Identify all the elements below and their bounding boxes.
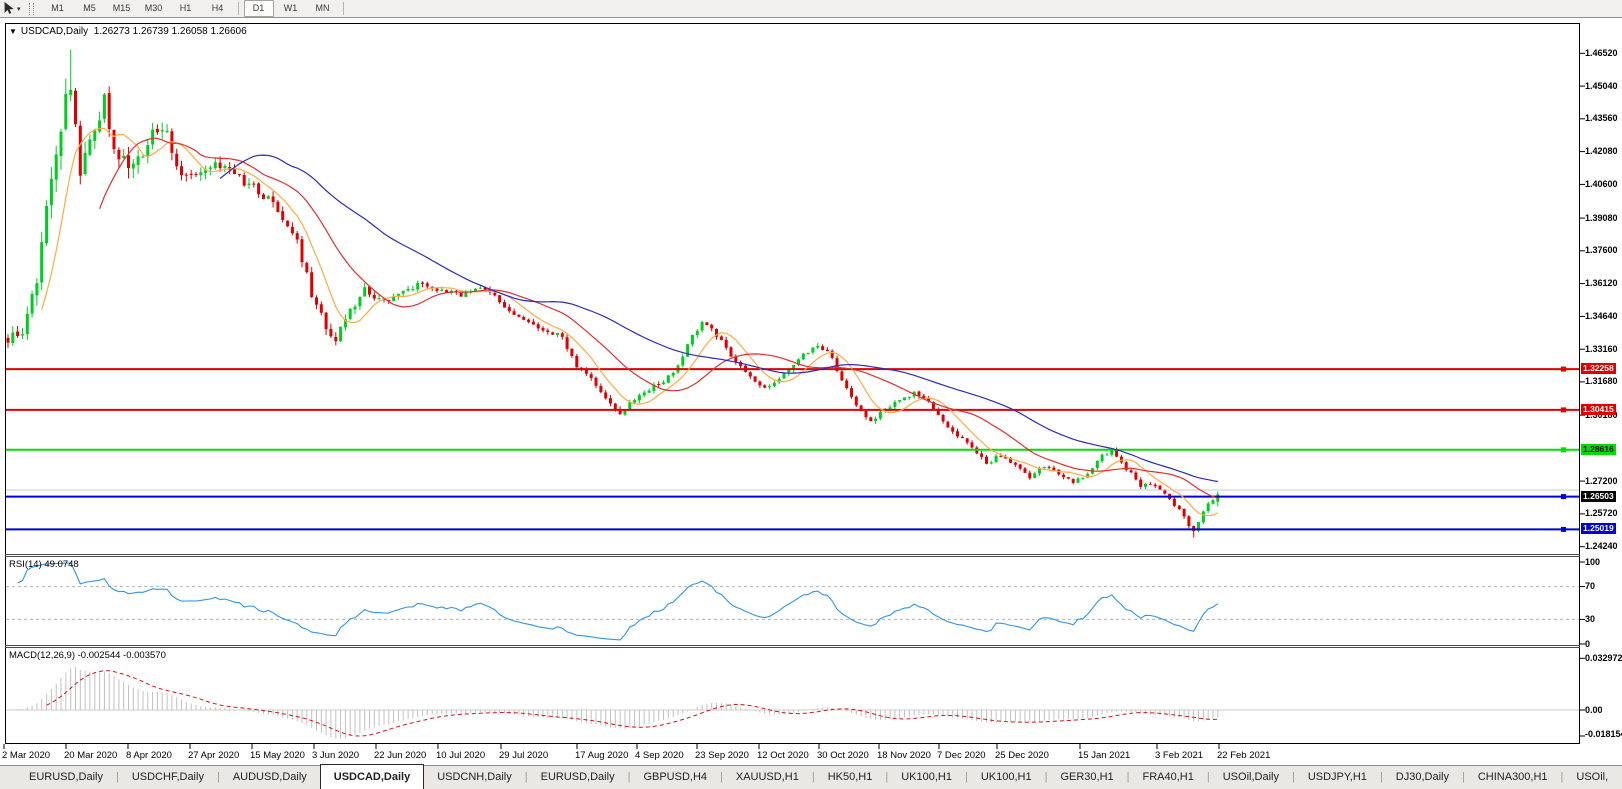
timeframe-button-h1[interactable]: H1 <box>171 0 201 17</box>
toolbar-separator <box>342 2 344 15</box>
symbol-tab-usdcad-daily[interactable]: USDCAD,Daily <box>319 764 425 789</box>
mt4-window: { "toolbar": { "timeframes": ["M1","M5",… <box>0 0 1622 789</box>
main-rsi-splitter[interactable] <box>5 554 1580 555</box>
date-axis-label: 15 Jan 2021 <box>1078 750 1131 761</box>
timeframe-toolbar: ▾ M1 M5 M15 M30 H1 H4 D1 W1 MN <box>0 0 1622 18</box>
price-axis-label: 1.42080 <box>1585 146 1618 157</box>
price-axis-label: 1.24240 <box>1585 541 1618 552</box>
chart-symbol-label: USDCAD,Daily <box>20 26 89 37</box>
price-axis-label: 1.25720 <box>1585 508 1618 519</box>
date-axis-label: 29 Jul 2020 <box>499 750 549 761</box>
symbol-tab-xauusd-h1[interactable]: XAUUSD,H1 <box>723 766 812 789</box>
symbol-tab-eurusd-daily[interactable]: EURUSD,Daily <box>528 766 628 789</box>
timeframe-button-h4[interactable]: H4 <box>203 0 233 17</box>
date-axis-label: 23 Sep 2020 <box>695 750 749 761</box>
date-axis-label: 30 Oct 2020 <box>817 750 869 761</box>
symbol-tab-usoil-[interactable]: USOil, <box>1563 766 1621 789</box>
price-axis-label: 1.45040 <box>1585 80 1618 91</box>
date-axis-label: 10 Jul 2020 <box>436 750 486 761</box>
timeframe-button-m1[interactable]: M1 <box>43 0 73 17</box>
symbol-tab-audusd-daily[interactable]: AUDUSD,Daily <box>220 766 320 789</box>
symbol-tab-usoil-daily[interactable]: USOil,Daily <box>1210 766 1292 789</box>
symbol-tab-usdcnh-daily[interactable]: USDCNH,Daily <box>424 766 525 789</box>
hline-price-badge: 1.28616 <box>1581 443 1616 455</box>
symbol-tab-gbpusd-h4[interactable]: GBPUSD,H4 <box>630 766 720 789</box>
symbol-tab-dj30-daily[interactable]: DJ30,Daily <box>1383 766 1462 789</box>
rsi-macd-splitter[interactable] <box>5 645 1580 646</box>
timeframe-button-mn[interactable]: MN <box>308 0 338 17</box>
date-axis-label: 3 Feb 2021 <box>1155 750 1204 761</box>
symbol-tab-uk100-h1[interactable]: UK100,H1 <box>968 766 1045 789</box>
macd-axis-label: 0.032972 <box>1585 652 1622 663</box>
price-axis-label: 1.39080 <box>1585 212 1618 223</box>
date-axis-label: 18 Nov 2020 <box>877 750 931 761</box>
symbol-tab-ger30-h1[interactable]: GER30,H1 <box>1047 766 1126 789</box>
price-axis-label: 1.36120 <box>1585 278 1618 289</box>
macd-label: MACD(12,26,9) -0.002544 -0.003570 <box>9 650 166 661</box>
rsi-axis-label: 30 <box>1585 613 1596 624</box>
date-axis-label: 7 Dec 2020 <box>937 750 986 761</box>
toolbar-separator <box>237 2 239 15</box>
hline-price-badge: 1.30415 <box>1581 403 1616 415</box>
chart-window-border <box>5 23 1580 744</box>
cursor-tool-caret-icon[interactable]: ▾ <box>17 5 21 13</box>
symbol-tab-eurusd-daily[interactable]: EURUSD,Daily <box>16 766 116 789</box>
price-axis-label: 1.46520 <box>1585 47 1618 58</box>
timeframe-button-m15[interactable]: M15 <box>107 0 137 17</box>
chart-title: ▼ USDCAD,Daily 1.26273 1.26739 1.26058 1.… <box>9 26 247 37</box>
rsi-axis-label: 100 <box>1585 556 1601 567</box>
hline-price-badge: 1.26503 <box>1581 490 1616 502</box>
price-axis-label: 1.37600 <box>1585 245 1618 256</box>
date-axis-label: 3 Jun 2020 <box>312 750 360 761</box>
symbol-tab-usdchf-daily[interactable]: USDCHF,Daily <box>119 766 217 789</box>
collapse-indicator-icon[interactable]: ▼ <box>9 27 17 36</box>
price-axis-label: 1.43560 <box>1585 113 1618 124</box>
symbol-tab-bar: EURUSD,Daily | USDCHF,Daily | AUDUSD,Daily US… <box>0 764 1622 789</box>
date-axis-label: 8 Apr 2020 <box>126 750 172 761</box>
cursor-tool-icon[interactable] <box>3 2 17 15</box>
price-axis-label: 1.40600 <box>1585 178 1618 189</box>
hline-price-badge: 1.32258 <box>1581 363 1616 375</box>
date-axis-label: 22 Jun 2020 <box>374 750 427 761</box>
price-axis-label: 1.33160 <box>1585 343 1618 354</box>
price-axis-label: 1.31680 <box>1585 376 1618 387</box>
macd-axis-label: -0.018154 <box>1585 728 1622 739</box>
date-axis-label: 20 Mar 2020 <box>64 750 118 761</box>
date-axis-label: 22 Feb 2021 <box>1217 750 1271 761</box>
timeframe-button-m5[interactable]: M5 <box>75 0 105 17</box>
rsi-label: RSI(14) 49.0748 <box>9 559 79 570</box>
symbol-tab-uk100-h1[interactable]: UK100,H1 <box>888 766 965 789</box>
chart-ohlc-values: 1.26273 1.26739 1.26058 1.26606 <box>93 26 247 37</box>
date-axis-label: 25 Dec 2020 <box>995 750 1049 761</box>
date-axis-label: 17 Aug 2020 <box>575 750 629 761</box>
symbol-tab-fra40-h1[interactable]: FRA40,H1 <box>1130 766 1207 789</box>
timeframe-button-m30[interactable]: M30 <box>139 0 169 17</box>
hline-price-badge: 1.25019 <box>1581 523 1616 535</box>
rsi-axis-label: 70 <box>1585 581 1596 592</box>
rsi-axis-label: 0 <box>1585 638 1591 649</box>
symbol-tab-china300-h1[interactable]: CHINA300,H1 <box>1465 766 1561 789</box>
symbol-tab-usdjpy-h1[interactable]: USDJPY,H1 <box>1295 766 1380 789</box>
price-axis-label: 1.27200 <box>1585 475 1618 486</box>
toolbar-grip-handle[interactable] <box>28 2 34 15</box>
rsi-macd-splitter-line <box>5 647 1580 648</box>
main-rsi-splitter-line <box>5 556 1580 557</box>
date-axis-label: 4 Sep 2020 <box>635 750 684 761</box>
date-axis-label: 2 Mar 2020 <box>2 750 51 761</box>
macd-axis-label: 0.00 <box>1585 704 1603 715</box>
timeframe-button-w1[interactable]: W1 <box>276 0 306 17</box>
timeframe-button-d1[interactable]: D1 <box>243 0 274 17</box>
date-axis-label: 12 Oct 2020 <box>757 750 809 761</box>
date-axis-label: 15 May 2020 <box>250 750 305 761</box>
price-axis-label: 1.34640 <box>1585 310 1618 321</box>
date-axis-label: 27 Apr 2020 <box>188 750 240 761</box>
symbol-tab-hk50-h1[interactable]: HK50,H1 <box>815 766 886 789</box>
